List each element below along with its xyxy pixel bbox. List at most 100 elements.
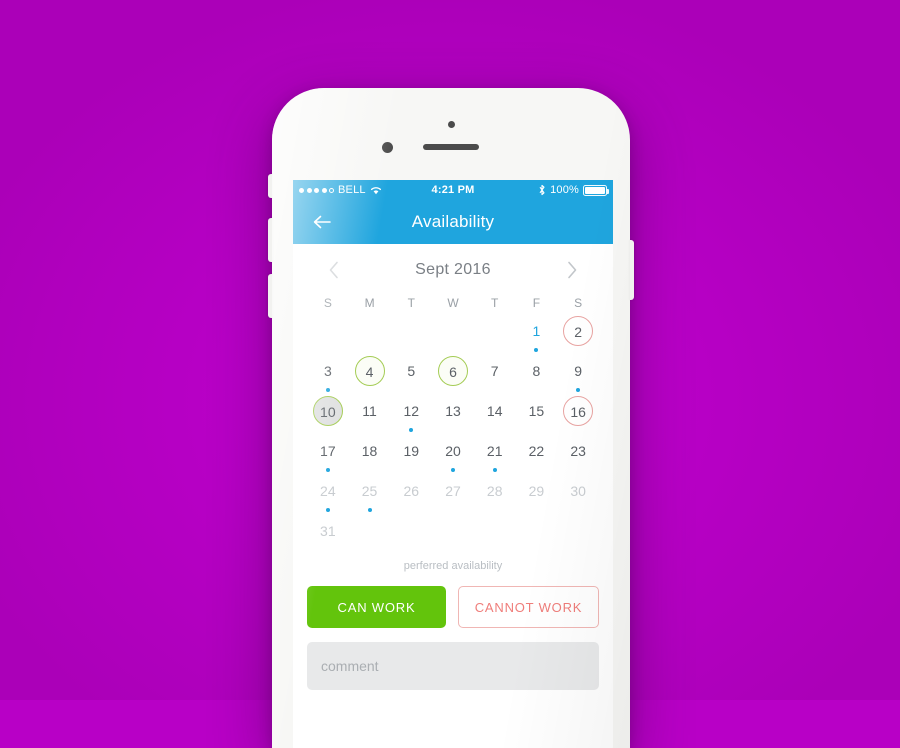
weekday-label: T [407,296,415,310]
day-number[interactable]: 20 [438,436,468,466]
day-number[interactable]: 7 [480,356,510,386]
day-number[interactable]: 23 [563,436,593,466]
day-number-empty [355,316,385,346]
day-cell: 22 [516,434,558,474]
silent-switch-button[interactable] [268,174,273,198]
day-number[interactable]: 1 [521,316,551,346]
power-button[interactable] [629,240,634,300]
day-cell: 31 [307,514,349,554]
availability-dot-icon [409,428,414,432]
action-button-row: CAN WORK CANNOT WORK [293,572,613,628]
day-number[interactable]: 18 [355,436,385,466]
day-cell: 24 [307,474,349,514]
day-cell-empty [474,314,516,354]
day-number[interactable]: 25 [355,476,385,506]
day-number[interactable]: 22 [521,436,551,466]
day-number-empty [438,316,468,346]
day-number-empty [521,516,551,546]
day-cell: 1 [516,314,558,354]
day-cell-empty [390,514,432,554]
day-number[interactable]: 28 [480,476,510,506]
day-cell: 17 [307,434,349,474]
day-number-empty [313,316,343,346]
day-cell: 13 [432,394,474,434]
day-cell-empty [432,514,474,554]
day-number[interactable]: 31 [313,516,343,546]
bluetooth-icon [538,184,546,196]
wifi-icon [370,185,382,195]
day-number[interactable]: 17 [313,436,343,466]
can-work-button[interactable]: CAN WORK [307,586,446,628]
day-cell: 12 [390,394,432,434]
prev-month-button[interactable] [321,257,347,283]
day-number-empty [480,316,510,346]
day-number[interactable]: 4 [354,356,385,386]
day-cell: 28 [474,474,516,514]
day-number[interactable]: 24 [313,476,343,506]
availability-dot-icon [492,468,497,472]
day-number[interactable]: 29 [521,476,551,506]
day-cell: 19 [390,434,432,474]
day-cell-empty [307,314,349,354]
day-number[interactable]: 3 [313,356,343,386]
day-number[interactable]: 26 [396,476,426,506]
day-number-empty [355,516,385,546]
day-number[interactable]: 13 [438,396,468,426]
day-cell-empty [474,514,516,554]
legend-label: perferred availability [403,560,503,572]
availability-dot-icon [325,468,330,472]
weekday-label: M [364,296,375,310]
day-cell-empty [557,514,599,554]
page-title: Availability [411,212,495,231]
day-number[interactable]: 14 [480,396,510,426]
month-header: Sept 2016 [307,244,599,296]
availability-dot-icon [450,468,455,472]
day-number[interactable]: 16 [563,396,594,426]
day-cell-empty [390,314,432,354]
day-number[interactable]: 10 [312,396,343,426]
day-number[interactable]: 9 [563,356,593,386]
status-bar: BELL 4:21 PM 100% [293,180,613,200]
comment-section: comment [293,628,613,690]
day-number[interactable]: 6 [437,356,468,386]
day-number[interactable]: 8 [521,356,551,386]
volume-up-button[interactable] [268,218,273,262]
volume-down-button[interactable] [268,274,273,318]
day-cell: 21 [474,434,516,474]
day-cell: 30 [557,474,599,514]
phone-screen: BELL 4:21 PM 100% Availability Sept 2016… [293,180,613,748]
day-number[interactable]: 27 [438,476,468,506]
day-cell: 23 [557,434,599,474]
day-cell: 11 [349,394,391,434]
weekday-label: T [491,296,499,310]
day-number-empty [438,516,468,546]
chevron-left-icon [329,261,338,279]
day-cell: 6 [432,354,474,394]
day-number[interactable]: 2 [563,316,594,346]
day-number[interactable]: 11 [355,396,385,426]
status-bar-right: 100% [475,184,610,196]
next-month-button[interactable] [559,257,585,283]
day-number-empty [396,516,426,546]
day-number[interactable]: 15 [521,396,551,426]
day-cell: 15 [516,394,558,434]
cannot-work-button[interactable]: CANNOT WORK [458,586,599,628]
day-cell: 18 [349,434,391,474]
day-cell: 20 [432,434,474,474]
comment-input[interactable]: comment [307,642,599,690]
phone-device-frame: BELL 4:21 PM 100% Availability Sept 2016… [268,88,634,748]
day-number[interactable]: 5 [396,356,426,386]
nav-bar: Availability [293,200,613,244]
day-cell-empty [432,314,474,354]
day-number[interactable]: 30 [563,476,593,506]
day-number-empty [396,316,426,346]
month-label: Sept 2016 [415,261,491,278]
day-cell: 14 [474,394,516,434]
day-cell: 4 [349,354,391,394]
day-number-empty [563,516,593,546]
day-number[interactable]: 12 [396,396,426,426]
day-number[interactable]: 21 [480,436,510,466]
back-button[interactable] [305,205,339,239]
weekday-label: S [323,296,332,310]
day-number[interactable]: 19 [396,436,426,466]
